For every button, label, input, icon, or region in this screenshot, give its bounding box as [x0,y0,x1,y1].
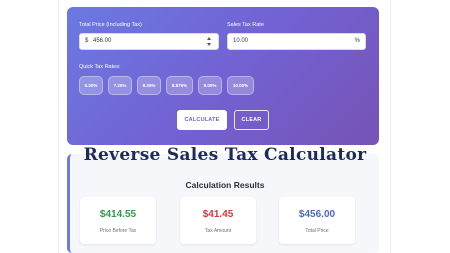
result-card-price-before-tax: $414.55 Price Before Tax [80,197,156,244]
tax-rate-label: Sales Tax Rate [227,22,264,28]
clear-button[interactable]: CLEAR [234,110,269,130]
result-card-total-price: $456.00 Total Price [279,197,355,244]
quick-rate-chip[interactable]: 8.25% [137,76,161,95]
total-price-amount: $456.00 [298,209,336,220]
results-heading: Calculation Results [185,180,265,190]
right-border [390,0,391,253]
price-before-tax-amount: $414.55 [99,209,137,220]
currency-symbol: $ [85,38,89,44]
price-before-tax-caption: Price Before Tax [99,228,137,234]
left-border [58,0,59,253]
quick-rate-chip[interactable]: 8.875% [166,76,193,95]
quick-rate-chip[interactable]: 9.00% [198,76,222,95]
result-card-tax-amount: $41.45 Tax Amount [180,197,256,244]
calculator-form-panel: Total Price (Including Tax) $ 456.00 Sal… [67,7,379,145]
total-price-caption: Total Price [305,228,329,234]
percent-symbol: % [354,38,360,44]
quick-rate-chip[interactable]: 6.00% [79,76,103,95]
total-price-value: 456.00 [93,38,112,44]
number-spinner-icon[interactable] [206,37,212,46]
tax-amount-caption: Tax Amount [204,228,232,234]
quick-rate-chip[interactable]: 7.25% [108,76,132,95]
tax-rate-input[interactable]: 10.00 % [227,33,366,50]
tax-rate-value: 10.00 [233,38,249,44]
page-title: Reverse Sales Tax Calculator [83,145,367,165]
total-price-label: Total Price (Including Tax) [79,22,142,28]
quick-rates-group: 6.00% 7.25% 8.25% 8.875% 9.00% 10.00% [79,76,254,95]
tax-amount-value: $41.45 [202,209,234,220]
calculate-button[interactable]: CALCULATE [177,110,227,130]
total-price-input[interactable]: $ 456.00 [79,33,219,50]
quick-rate-chip[interactable]: 10.00% [227,76,254,95]
quick-rates-label: Quick Tax Rates: [79,64,121,70]
page: Total Price (Including Tax) $ 456.00 Sal… [0,0,450,253]
